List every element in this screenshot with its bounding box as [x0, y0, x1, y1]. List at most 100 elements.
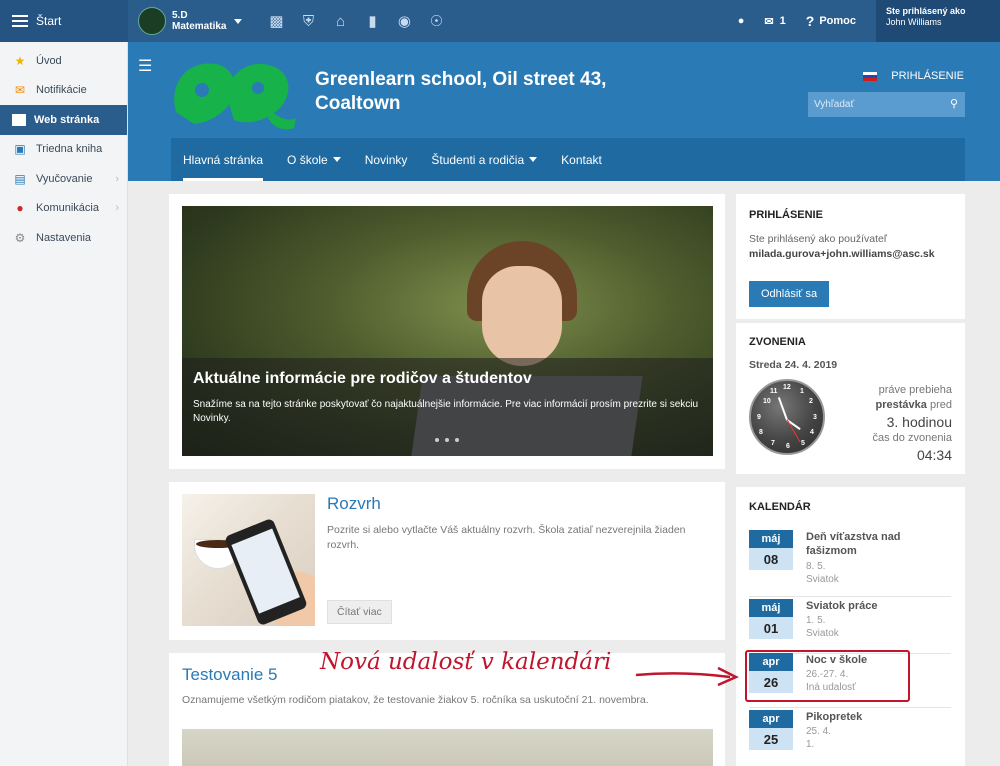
sidebar-item-uvod[interactable]: ★ Úvod [0, 46, 127, 76]
calendar-event[interactable]: apr 25 Pikopretek 25. 4. 1. [749, 710, 951, 765]
annotation-text: Nová udalosť v kalendári [320, 649, 612, 675]
schedule-image [182, 494, 315, 626]
calendar-event-type: Sviatok [806, 574, 839, 585]
slider-dots [432, 438, 462, 442]
calendar-event-name: Pikopretek [806, 711, 863, 723]
star-icon: ★ [14, 53, 26, 68]
menu-icon [12, 15, 28, 27]
help-icon: ? [805, 13, 815, 29]
testing-title[interactable]: Testovanie 5 [182, 665, 277, 685]
flag-icon [863, 71, 878, 81]
palette-icon[interactable]: ◉ [388, 0, 420, 42]
calendar-event[interactable]: máj 01 Sviatok práce 1. 5. Sviatok [749, 599, 951, 654]
chevron-right-icon: › [115, 202, 119, 215]
nav-item-students-parents[interactable]: Študenti a rodičia [431, 138, 538, 181]
search-input[interactable]: Vyhľadať ⚲ [808, 92, 965, 117]
class-subject: Matematika [172, 21, 227, 32]
nav-item-about[interactable]: O škole [287, 138, 341, 181]
read-more-button[interactable]: Čítať viac [327, 600, 392, 624]
walk-icon[interactable]: ☉ [420, 0, 452, 42]
chevron-right-icon: › [115, 172, 119, 185]
calendar-day: 25 [749, 728, 793, 750]
nav-item-home[interactable]: Hlavná stránka [183, 138, 264, 181]
annotation-arrow [635, 666, 739, 687]
calendar-event-name: Sviatok práce [806, 600, 878, 612]
slide-title: Aktuálne informácie pre rodičov a študen… [193, 370, 532, 387]
calendar-event-name: Deň víťazstva nad fašizmom [806, 531, 901, 557]
user-menu[interactable]: Ste prihlásený ako John Williams [876, 0, 1000, 42]
slider-dot[interactable] [455, 438, 459, 442]
sidebar-item-label: Notifikácie [36, 84, 87, 97]
gear-icon: ⚙ [14, 230, 26, 245]
calendar-title: KALENDÁR [749, 501, 811, 513]
class-name: 5.D [172, 10, 188, 21]
bells-date: Streda 24. 4. 2019 [749, 359, 838, 371]
sidebar-item-nastavenia[interactable]: ⚙ Nastavenia [0, 223, 127, 253]
bells-before: pred [929, 399, 952, 411]
slider-dot[interactable] [435, 438, 439, 442]
chevron-down-icon [332, 157, 341, 162]
calendar-event-type: Sviatok [806, 628, 839, 639]
bells-card: ZVONENIA Streda 24. 4. 2019 12 3 6 9 11 … [736, 323, 965, 474]
login-link[interactable]: PRIHLÁSENIE [863, 70, 964, 82]
schedule-title[interactable]: Rozvrh [327, 494, 381, 514]
slide-image [482, 266, 562, 366]
annotation-highlight [745, 650, 910, 702]
bells-title: ZVONENIA [749, 336, 806, 348]
sidebar-item-triedna-kniha[interactable]: ▣ Triedna kniha [0, 135, 127, 165]
bells-countdown: 04:34 [916, 447, 952, 463]
help-label: Pomoc [819, 15, 856, 27]
login-card-title: PRIHLÁSENIE [749, 209, 823, 221]
sidebar-item-notifikacie[interactable]: ✉ Notifikácie [0, 76, 127, 106]
sidebar-item-web-stranka[interactable]: Web stránka [0, 105, 127, 135]
sidebar-item-komunikacia[interactable]: ● Komunikácia › [0, 194, 127, 224]
messages-button[interactable]: ✉ 1 [764, 15, 785, 28]
bells-countdown-label: čas do zvonenia [872, 432, 953, 444]
nav-item-contact[interactable]: Kontakt [561, 138, 602, 181]
sidebar: ★ Úvod ✉ Notifikácie Web stránka ▣ Tried… [0, 42, 128, 766]
bells-state: prestávka [875, 399, 927, 411]
school-name: Greenlearn school, Oil street 43, Coalto… [315, 69, 607, 114]
chat-button[interactable]: ● [738, 15, 745, 27]
slider-dot[interactable] [445, 438, 449, 442]
class-selector[interactable]: 5.D Matematika [138, 7, 243, 35]
calendar-date: máj 01 [749, 599, 793, 644]
logout-button[interactable]: Odhlásiť sa [749, 281, 830, 307]
bank-icon[interactable]: ⌂ [324, 0, 356, 42]
help-button[interactable]: ? Pomoc [806, 13, 856, 29]
user-name: John Williams [886, 17, 942, 27]
calendar-card: KALENDÁR máj 08 Deň víťazstva nad fašizm… [736, 487, 965, 766]
nav-item-news[interactable]: Novinky [365, 138, 408, 181]
chat-icon: ● [737, 15, 745, 27]
start-button[interactable]: Štart [0, 0, 128, 42]
chevron-down-icon [234, 18, 243, 24]
envelope-icon: ✉ [764, 15, 774, 28]
calendar-event[interactable]: máj 08 Deň víťazstva nad fašizmom 8. 5. … [749, 530, 951, 597]
schedule-text: Pozrite si alebo vytlačte Váš aktuálny r… [327, 524, 686, 551]
open-book-icon: ▤ [14, 171, 26, 186]
search-icon[interactable]: ⚲ [950, 97, 958, 110]
news-slider[interactable]: Aktuálne informácie pre rodičov a študen… [182, 206, 713, 456]
login-link-label: PRIHLÁSENIE [891, 70, 964, 82]
nav-label: Študenti a rodičia [431, 152, 525, 167]
bells-status: práve prebieha prestávka pred 3. hodinou… [873, 383, 953, 464]
site-header: ☰ Greenlearn school, Oil street 43, Coal… [128, 42, 1000, 181]
calendar-day: 01 [749, 617, 793, 639]
book-icon: ▣ [14, 142, 26, 157]
login-card-email: milada.gurova+john.williams@asc.sk [749, 248, 935, 260]
sidebar-item-vyucovanie[interactable]: ▤ Vyučovanie › [0, 164, 127, 194]
calendar-date: máj 08 [749, 530, 793, 575]
calendar-event-date: 1. 5. [806, 615, 826, 626]
menu-icon[interactable]: ☰ [138, 56, 152, 76]
calendar-event-date: 25. 4. [806, 726, 832, 737]
shield-icon[interactable]: ⛨ [292, 0, 324, 42]
chevron-down-icon [529, 157, 538, 162]
bells-lesson: 3. hodinou [886, 414, 952, 430]
nav-label: Kontakt [561, 152, 602, 167]
briefcase-icon[interactable]: ▩ [260, 0, 292, 42]
bells-now: práve prebieha [878, 384, 952, 396]
nav-label: O škole [287, 152, 328, 167]
nav-label: Novinky [364, 152, 408, 167]
login-card: PRIHLÁSENIE Ste prihlásený ako používate… [736, 194, 965, 319]
bar-chart-icon[interactable]: ▮ [356, 0, 388, 42]
